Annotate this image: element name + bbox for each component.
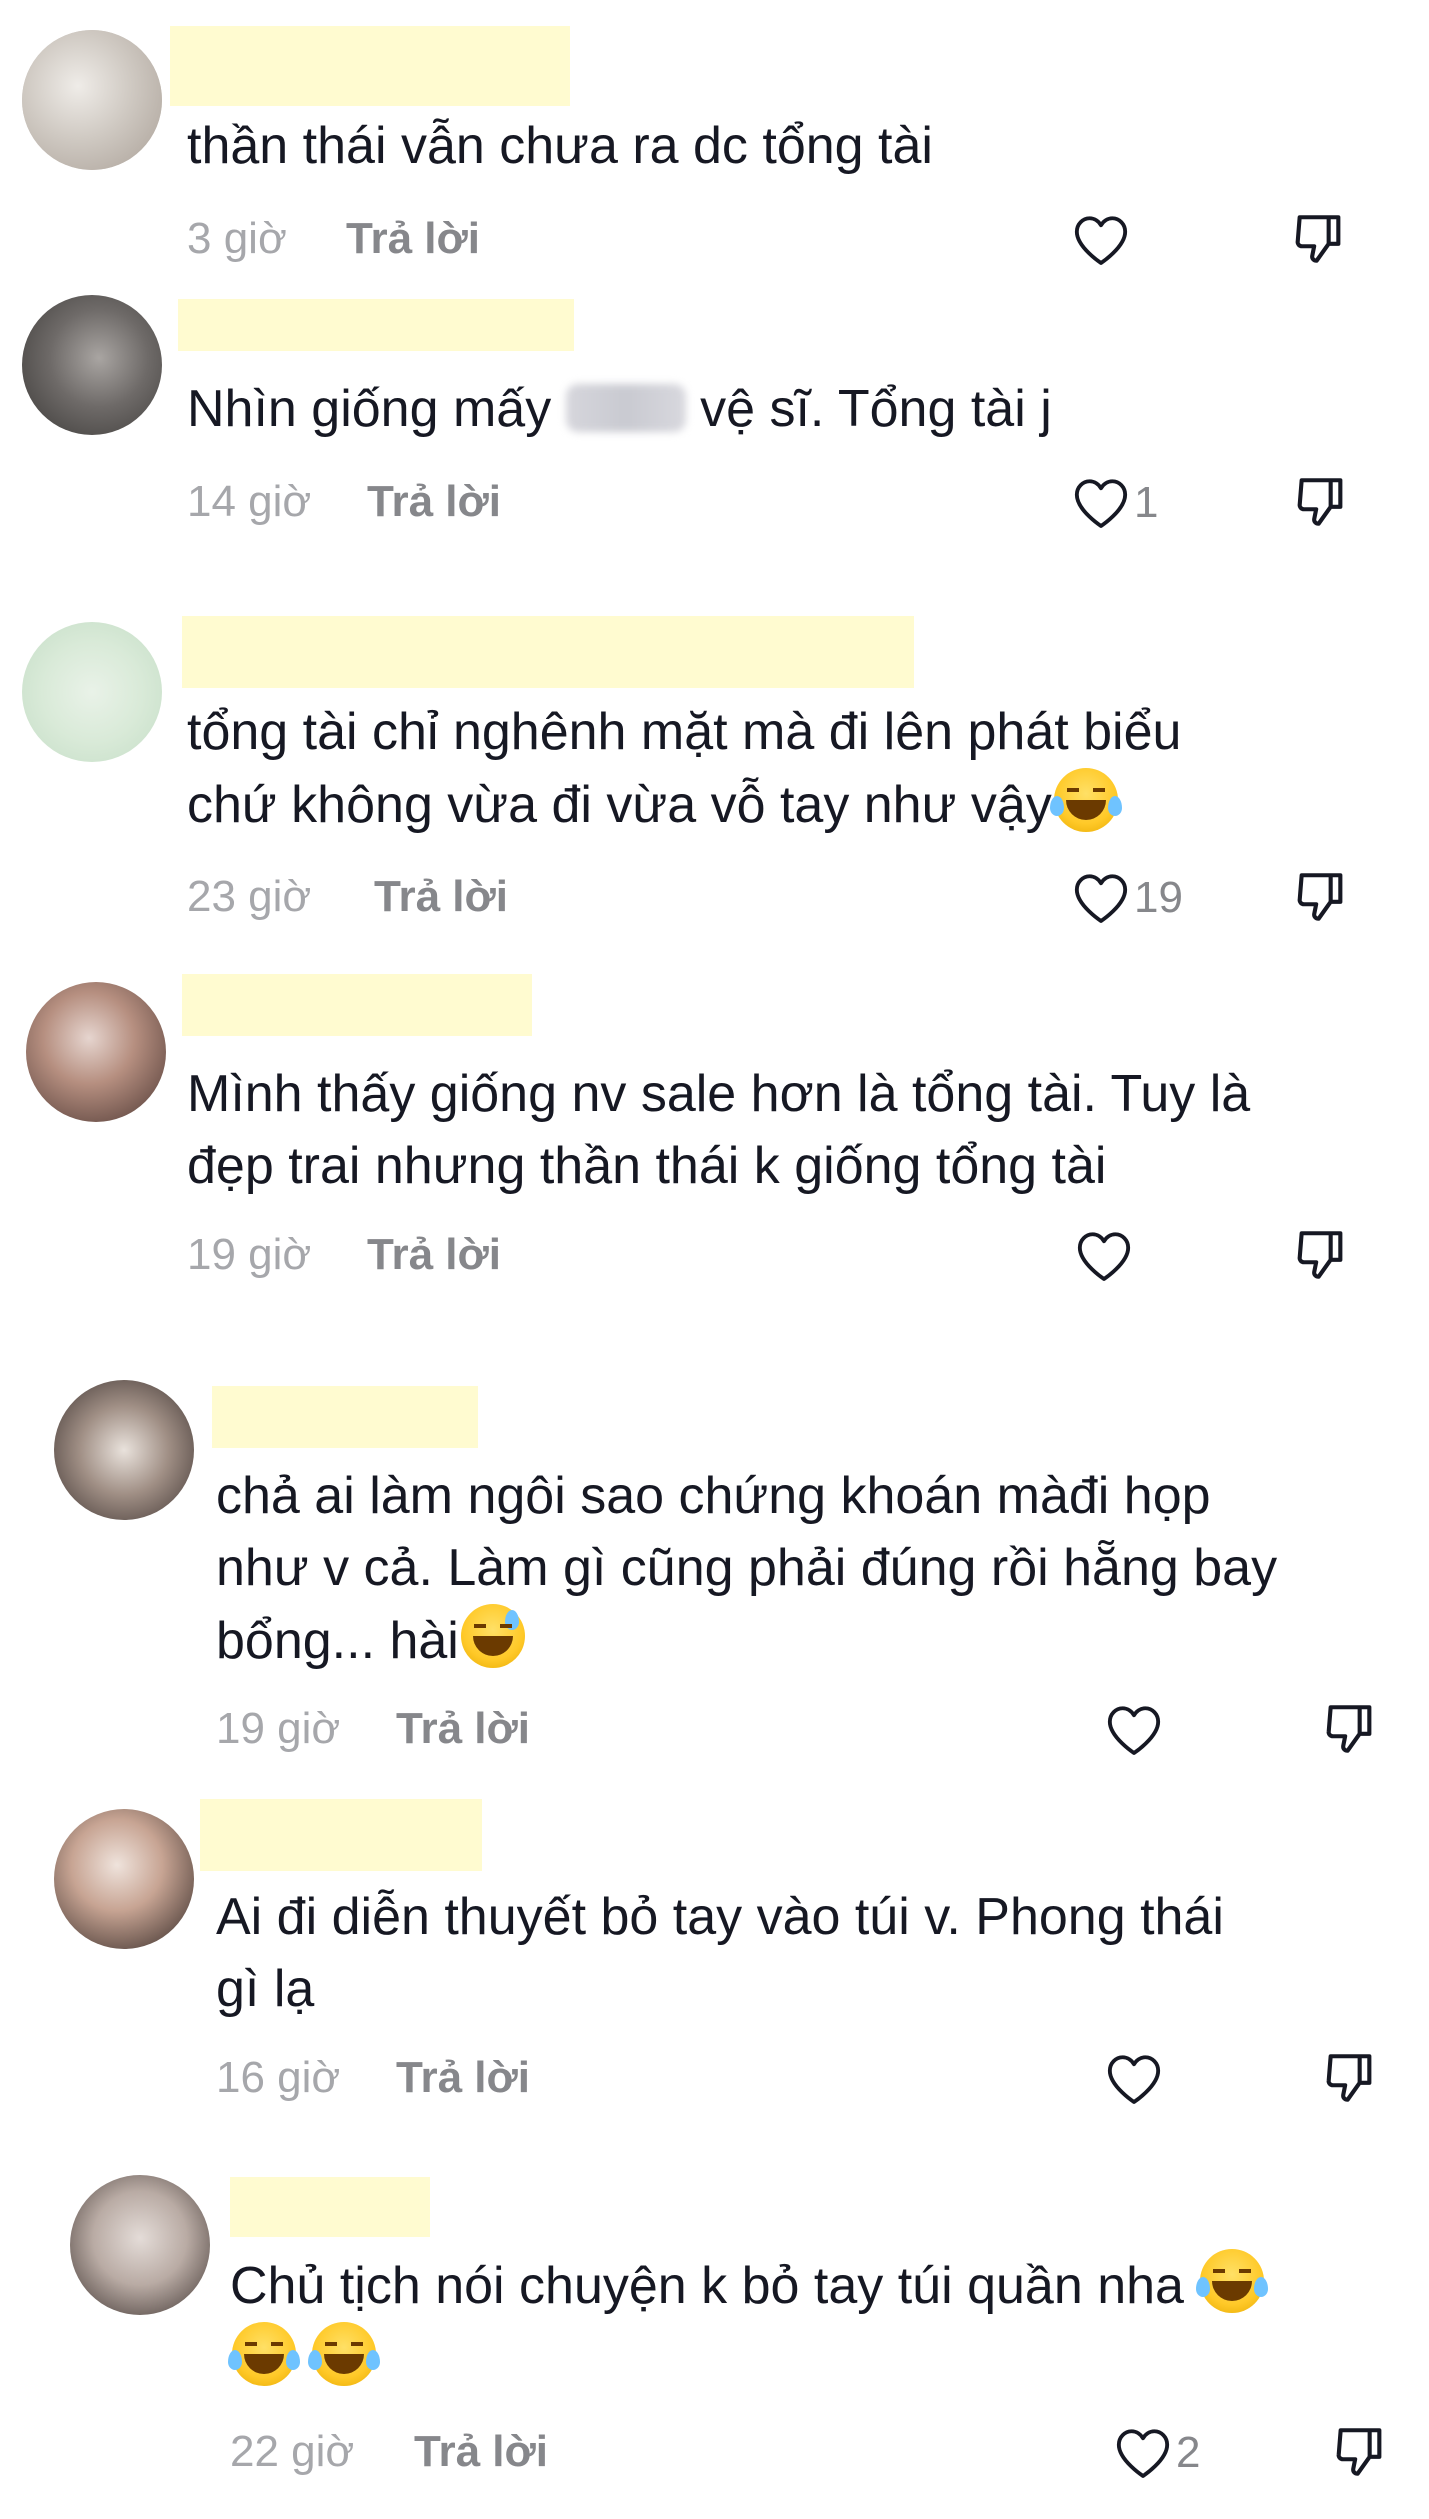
laughing-tears-emoji (308, 2322, 381, 2386)
avatar[interactable] (26, 982, 166, 1122)
dislike-icon[interactable] (1292, 473, 1350, 531)
comment-text: Mình thấy giống nv sale hơn là tổng tài.… (187, 1065, 1251, 1195)
avatar[interactable] (54, 1380, 194, 1520)
comment-time: 14 giờ (187, 477, 312, 526)
like-button[interactable] (1075, 1226, 1133, 1286)
comment-time: 16 giờ (216, 2053, 341, 2102)
comment-text-part: tổng tài chỉ nghênh mặt mà đi lên phát b… (187, 703, 1182, 834)
username-redacted (178, 299, 574, 351)
heart-icon (1074, 216, 1128, 265)
comment-text: Ai đi diễn thuyết bỏ tay vào túi v. Phon… (216, 1888, 1224, 2018)
avatar[interactable] (70, 2175, 210, 2315)
avatar[interactable] (54, 1809, 194, 1949)
comment-time: 22 giờ (230, 2427, 355, 2476)
reply-button[interactable]: Trả lời (414, 2427, 548, 2477)
like-button[interactable]: 19 (1072, 868, 1183, 928)
like-count: 1 (1134, 478, 1159, 527)
dislike-icon[interactable] (1292, 868, 1350, 926)
dislike-icon[interactable] (1290, 210, 1348, 268)
heart-icon (1107, 2055, 1161, 2104)
comment-time: 19 giờ (187, 1230, 312, 1279)
username-redacted (182, 616, 914, 688)
comment-time: 19 giờ (216, 1704, 341, 1753)
comment-text: chả ai làm ngôi sao chứng khoán màđi họp… (216, 1460, 1277, 1677)
comment-text-part: Chủ tịch nói chuyện k bỏ tay túi quần nh… (230, 2257, 1199, 2315)
avatar[interactable] (22, 295, 162, 435)
sweat-smile-emoji (460, 1604, 525, 1668)
dislike-icon[interactable] (1321, 1700, 1379, 1758)
comment-text-part: vệ sĩ. Tổng tài j (685, 380, 1052, 438)
like-count: 2 (1176, 2428, 1201, 2477)
reply-button[interactable]: Trả lời (346, 214, 480, 264)
username-redacted (182, 974, 532, 1036)
comment-text: thần thái vẫn chưa ra dc tổng tài (187, 117, 933, 175)
comment-time: 23 giờ (187, 872, 312, 921)
username-redacted (230, 2177, 430, 2237)
like-button[interactable] (1072, 210, 1130, 270)
heart-icon (1107, 1706, 1161, 1755)
avatar[interactable] (22, 30, 162, 170)
comment-text-part: Nhìn giống mấy (187, 380, 566, 438)
like-button[interactable] (1105, 1700, 1163, 1760)
reply-button[interactable]: Trả lời (367, 1230, 501, 1280)
like-count: 19 (1134, 873, 1183, 922)
comment-time: 3 giờ (187, 214, 287, 263)
heart-icon (1074, 479, 1128, 528)
heart-icon (1074, 874, 1128, 923)
heart-icon (1077, 1232, 1131, 1281)
reply-button[interactable]: Trả lời (367, 477, 501, 527)
laughing-tears-emoji (1049, 768, 1122, 832)
comment-text: Nhìn giống mấy vệ sĩ. Tổng tài j (187, 373, 1052, 445)
blurred-word (565, 384, 686, 432)
dislike-icon[interactable] (1331, 2423, 1389, 2481)
comment-text: tổng tài chỉ nghênh mặt mà đi lên phát b… (187, 696, 1181, 841)
like-button[interactable]: 1 (1072, 473, 1158, 533)
heart-icon (1116, 2429, 1170, 2478)
reply-button[interactable]: Trả lời (396, 1704, 530, 1754)
avatar[interactable] (22, 622, 162, 762)
dislike-icon[interactable] (1292, 1226, 1350, 1284)
like-button[interactable]: 2 (1114, 2423, 1200, 2483)
comment-text: Chủ tịch nói chuyện k bỏ tay túi quần nh… (228, 2249, 1269, 2395)
comment-text-part: chả ai làm ngôi sao chứng khoán màđi họp… (216, 1467, 1278, 1670)
reply-button[interactable]: Trả lời (396, 2053, 530, 2103)
laughing-tears-emoji (228, 2322, 300, 2386)
reply-button[interactable]: Trả lời (374, 872, 508, 922)
username-redacted (170, 26, 570, 106)
username-redacted (200, 1799, 482, 1871)
like-button[interactable] (1105, 2049, 1163, 2109)
username-redacted (212, 1386, 478, 1448)
laughing-tears-emoji (1196, 2249, 1269, 2313)
dislike-icon[interactable] (1321, 2049, 1379, 2107)
